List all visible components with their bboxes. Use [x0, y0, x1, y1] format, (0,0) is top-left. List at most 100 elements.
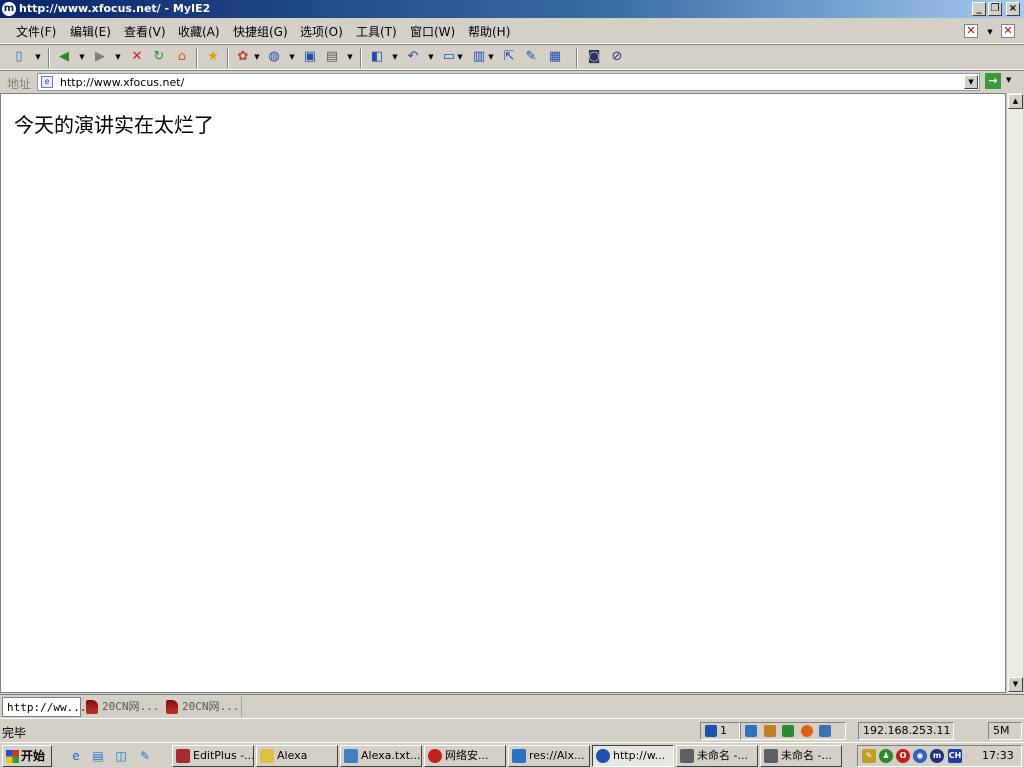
- notepad-icon: [344, 749, 358, 763]
- task-untitled[interactable]: 未命名 -...: [676, 745, 758, 767]
- network-icon[interactable]: ♟: [879, 749, 893, 763]
- task-res[interactable]: res://Alx...: [508, 745, 590, 767]
- task-editplus[interactable]: EditPlus -...: [172, 745, 254, 767]
- task-alexa[interactable]: Alexa: [256, 745, 338, 767]
- page-tab[interactable]: 20CN网...: [82, 697, 160, 717]
- chevron-down-icon[interactable]: ▼: [456, 49, 464, 65]
- chevron-down-icon[interactable]: ▼: [114, 49, 122, 65]
- refresh-icon[interactable]: ↻: [150, 48, 168, 66]
- task-label: 未命名 -...: [781, 749, 832, 762]
- trash-panel[interactable]: 1: [700, 722, 740, 740]
- chevron-down-icon[interactable]: ▼: [487, 49, 495, 65]
- popup-filter-icon[interactable]: ✿: [234, 48, 252, 66]
- menu-favorites[interactable]: 收藏(A): [178, 23, 220, 40]
- page-tab-label: http://ww...: [7, 701, 87, 714]
- scroll-up-icon[interactable]: ▲: [1008, 94, 1023, 109]
- task-myie2[interactable]: http://w...: [592, 745, 674, 767]
- menu-tools[interactable]: 工具(T): [356, 23, 397, 40]
- title-bar[interactable]: m http://www.xfocus.net/ - MyIE2 _ ❐ ×: [0, 0, 1024, 18]
- flash-icon[interactable]: ⊘: [608, 48, 626, 66]
- window-icon[interactable]: ▣: [301, 48, 319, 66]
- eye-icon[interactable]: ◉: [913, 749, 927, 763]
- opera-icon[interactable]: O: [896, 749, 910, 763]
- close-button[interactable]: ×: [1006, 2, 1020, 16]
- stop-icon[interactable]: ✕: [128, 48, 146, 66]
- taskbar: 开始 e ▤ ◫ ✎ EditPlus -... Alexa Alexa.txt…: [0, 742, 1024, 768]
- back-icon[interactable]: ◀: [55, 48, 73, 66]
- toolbar-separator: [196, 48, 198, 68]
- menu-groups[interactable]: 快捷组(G): [233, 23, 288, 40]
- scroll-down-icon[interactable]: ▼: [1008, 677, 1023, 692]
- chevron-down-icon[interactable]: ▼: [391, 49, 399, 65]
- send-icon[interactable]: ⇱: [500, 48, 518, 66]
- chevron-down-icon[interactable]: ▼: [253, 49, 261, 65]
- menu-help[interactable]: 帮助(H): [468, 23, 510, 40]
- snapshot-icon[interactable]: ◙: [585, 48, 603, 66]
- chevron-down-icon[interactable]: ▼: [78, 49, 86, 65]
- language-indicator[interactable]: CH: [948, 749, 962, 763]
- trash-icon: [705, 725, 717, 737]
- page-tab-label: 20CN网...: [102, 700, 160, 713]
- toolbar: ▯ ▼ ◀ ▼ ▶ ▼ ✕ ↻ ⌂ ★ ✿ ▼ ◍ ▼ ▣ ▤ ▼ ◧ ▼ ↶ …: [0, 44, 1024, 70]
- boot-icon: [166, 700, 178, 714]
- chevron-down-icon[interactable]: ▼: [288, 49, 296, 65]
- close-all-icon[interactable]: ✕: [1001, 24, 1015, 38]
- chevron-down-icon[interactable]: ▼: [346, 49, 354, 65]
- address-field[interactable]: e ▼: [37, 73, 980, 91]
- menu-edit[interactable]: 编辑(E): [70, 23, 111, 40]
- toolbar-separator: [227, 48, 229, 68]
- task-alexa-txt[interactable]: Alexa.txt...: [340, 745, 422, 767]
- menu-options[interactable]: 选项(O): [300, 23, 343, 40]
- undo-icon[interactable]: ↶: [404, 48, 422, 66]
- ip-address: 192.168.253.11: [863, 724, 951, 737]
- task-untitled[interactable]: 未命名 -...: [760, 745, 842, 767]
- edit-icon[interactable]: ✎: [522, 48, 540, 66]
- window-title: http://www.xfocus.net/ - MyIE2: [19, 2, 211, 15]
- menu-view[interactable]: 查看(V): [124, 23, 166, 40]
- layout-icon[interactable]: ▥: [470, 48, 488, 66]
- status-icons-panel: [740, 722, 846, 740]
- notepad-icon[interactable]: ✎: [137, 748, 153, 764]
- myie2-icon[interactable]: m: [930, 749, 944, 763]
- brush-icon[interactable]: [763, 725, 776, 737]
- start-button[interactable]: 开始: [2, 745, 52, 767]
- page-tab[interactable]: http://ww...: [2, 697, 86, 717]
- forward-icon[interactable]: ▶: [91, 48, 109, 66]
- minimize-button[interactable]: _: [972, 2, 986, 16]
- toolbar-separator: [360, 48, 362, 68]
- chevron-down-icon[interactable]: ▼: [34, 49, 42, 65]
- paint-icon: [680, 749, 694, 763]
- ie-icon[interactable]: e: [68, 748, 84, 764]
- sound-icon[interactable]: ▤: [323, 48, 341, 66]
- pen-icon[interactable]: ✎: [862, 749, 876, 763]
- page-tab[interactable]: 20CN网...: [162, 697, 242, 717]
- settings-icon[interactable]: [800, 725, 813, 737]
- sync-icon[interactable]: [745, 725, 757, 737]
- edit-icon[interactable]: [819, 725, 831, 737]
- vertical-scrollbar[interactable]: ▲ ▼: [1006, 93, 1023, 693]
- menu-window[interactable]: 窗口(W): [410, 23, 455, 40]
- task-opera[interactable]: 网络安...: [424, 745, 506, 767]
- plugin-icon[interactable]: [782, 725, 794, 737]
- close-page-icon[interactable]: ✕: [964, 24, 978, 38]
- restore-button[interactable]: ❐: [988, 2, 1002, 16]
- address-input[interactable]: [60, 75, 950, 89]
- favorites-star-icon[interactable]: ★: [204, 48, 222, 66]
- new-page-icon[interactable]: ▯: [10, 48, 28, 66]
- menu-file[interactable]: 文件(F): [16, 23, 56, 40]
- myie2-icon[interactable]: m: [2, 2, 16, 16]
- chevron-down-icon[interactable]: ▼: [986, 24, 994, 40]
- chevron-down-icon[interactable]: ▼: [427, 49, 435, 65]
- home-icon[interactable]: ⌂: [173, 48, 191, 66]
- open-icon[interactable]: ◧: [368, 48, 386, 66]
- globe-icon[interactable]: ◍: [265, 48, 283, 66]
- desktop-icon[interactable]: ▤: [90, 748, 106, 764]
- outlook-icon[interactable]: ◫: [113, 748, 129, 764]
- go-button[interactable]: →: [985, 73, 1001, 89]
- address-dropdown-icon[interactable]: ▼: [964, 75, 978, 89]
- chevron-down-icon[interactable]: ▼: [1006, 76, 1011, 84]
- task-label: Alexa.txt...: [361, 749, 421, 762]
- table-icon[interactable]: ▦: [546, 48, 564, 66]
- status-bar: 完毕 1 192.168.253.11 5M: [0, 718, 1024, 742]
- toolbar-separator: [576, 48, 578, 68]
